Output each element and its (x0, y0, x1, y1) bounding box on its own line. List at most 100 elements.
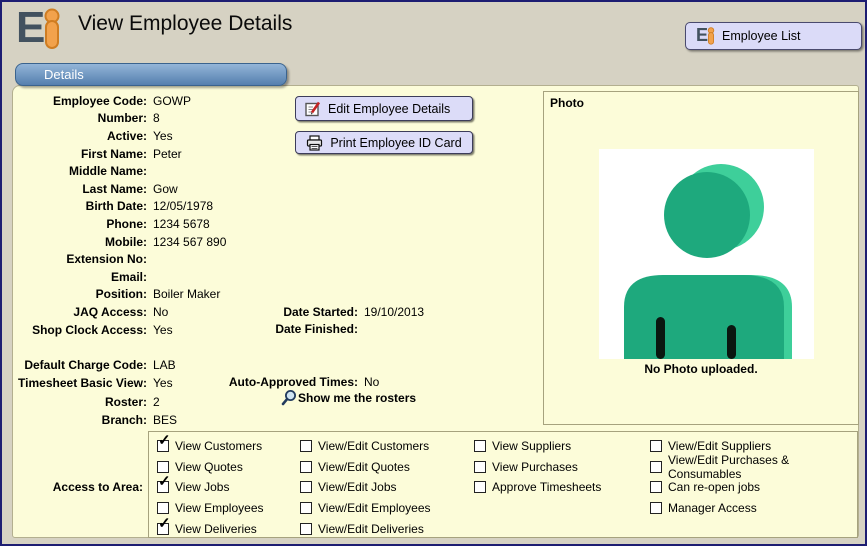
edit-button-label: Edit Employee Details (328, 102, 450, 116)
access-checkbox-item[interactable]: View Suppliers (474, 436, 601, 457)
checkbox-unchecked-icon[interactable] (650, 440, 662, 452)
field-value: 19/10/2013 (358, 305, 424, 319)
employee-fields-settings: Default Charge Code:LABTimesheet Basic V… (15, 356, 315, 429)
access-checkbox-label: Manager Access (668, 501, 757, 515)
tab-details[interactable]: Details (15, 63, 287, 86)
field-row: Branch:BES (15, 411, 315, 429)
show-rosters-link[interactable]: Show me the rosters (281, 389, 416, 406)
checkbox-unchecked-icon[interactable] (300, 523, 312, 535)
checkbox-unchecked-icon[interactable] (157, 502, 169, 514)
access-checkbox-item[interactable]: ✓View Customers (157, 436, 264, 457)
employee-list-label: Employee List (722, 29, 801, 43)
field-label: Date Started: (173, 305, 358, 319)
window: E View Employee Details E Employee List … (0, 0, 867, 546)
field-value: 2 (147, 395, 160, 409)
access-checkbox-item[interactable]: Manager Access (650, 498, 857, 519)
field-value: 1234 5678 (147, 217, 210, 231)
checkbox-unchecked-icon[interactable] (474, 440, 486, 452)
field-label: Mobile: (15, 235, 147, 249)
field-row: Phone:1234 5678 (15, 215, 315, 233)
field-row: Middle Name: (15, 162, 315, 180)
field-row: Date Finished: (173, 321, 503, 339)
access-column: View/Edit Customers View/Edit Quotes View/… (300, 436, 431, 539)
field-value: BES (147, 413, 177, 427)
field-row: Position:Boiler Maker (15, 286, 315, 304)
field-label: Phone: (15, 217, 147, 231)
checkbox-checked-icon[interactable]: ✓ (157, 440, 169, 452)
access-checkbox-item[interactable]: Approve Timesheets (474, 477, 601, 498)
checkmark-icon: ✓ (158, 474, 171, 489)
tab-details-label: Details (44, 67, 84, 82)
field-value: Yes (147, 129, 173, 143)
access-checkbox-item[interactable]: View Purchases (474, 457, 601, 478)
checkbox-unchecked-icon[interactable] (300, 481, 312, 493)
field-label: Timesheet Basic View: (15, 376, 147, 390)
access-checkbox-label: Can re-open jobs (668, 480, 760, 494)
field-label: Date Finished: (173, 322, 358, 336)
access-checkbox-label: View Employees (175, 501, 264, 515)
field-label: Email: (15, 270, 147, 284)
field-value: No (358, 375, 379, 389)
checkbox-unchecked-icon[interactable] (474, 481, 486, 493)
field-label: Employee Code: (15, 94, 147, 108)
field-value: 12/05/1978 (147, 199, 213, 213)
access-checkbox-item[interactable]: View/Edit Deliveries (300, 518, 431, 539)
field-row: Active:Yes (15, 127, 315, 145)
checkbox-unchecked-icon[interactable] (157, 461, 169, 473)
checkbox-unchecked-icon[interactable] (300, 461, 312, 473)
field-label: JAQ Access: (15, 305, 147, 319)
access-checkbox-item[interactable]: ✓ View Deliveries (157, 518, 264, 539)
logo-letter-e: E (16, 8, 43, 48)
access-checkbox-item[interactable]: View/Edit Customers (300, 436, 431, 457)
access-checkbox-item[interactable]: View/Edit Employees (300, 498, 431, 519)
access-checkbox-label: View/Edit Purchases & Consumables (668, 453, 857, 481)
field-label: Shop Clock Access: (15, 323, 147, 337)
checkbox-unchecked-icon[interactable] (650, 461, 662, 473)
employee-fields-main: Employee Code:GOWPNumber:8Active:YesFirs… (15, 92, 315, 338)
field-row: Extension No: (15, 250, 315, 268)
checkbox-unchecked-icon[interactable] (300, 502, 312, 514)
access-checkbox-item[interactable]: View Quotes (157, 457, 264, 478)
field-label: First Name: (15, 147, 147, 161)
field-row: First Name:Peter (15, 145, 315, 163)
access-checkbox-item[interactable]: View/Edit Jobs (300, 477, 431, 498)
photo-section: Photo No Photo uploaded. (543, 91, 859, 425)
checkbox-checked-icon[interactable]: ✓ (157, 523, 169, 535)
field-value: Yes (147, 376, 173, 390)
edit-employee-details-button[interactable]: Edit Employee Details (295, 96, 473, 121)
access-checkbox-item[interactable]: View/Edit Quotes (300, 457, 431, 478)
field-label: Branch: (15, 413, 147, 427)
employee-list-button[interactable]: E Employee List (685, 22, 862, 50)
field-label: Extension No: (15, 252, 147, 266)
access-checkbox-item[interactable]: ✓ View Jobs (157, 477, 264, 498)
field-value: 1234 567 890 (147, 235, 226, 249)
access-checkbox-item[interactable]: View/Edit Purchases & Consumables (650, 457, 857, 478)
checkbox-unchecked-icon[interactable] (650, 502, 662, 514)
checkmark-icon: ✓ (158, 516, 171, 531)
edit-icon (305, 101, 321, 117)
field-row: Roster:2 (15, 393, 315, 411)
access-checkbox-item[interactable]: View Employees (157, 498, 264, 519)
checkbox-unchecked-icon[interactable] (474, 461, 486, 473)
access-column: View SuppliersView PurchasesApprove Time… (474, 436, 601, 498)
photo-label: Photo (550, 96, 584, 110)
field-label: Birth Date: (15, 199, 147, 213)
access-checkbox-label: View Jobs (175, 480, 229, 494)
field-label: Active: (15, 129, 147, 143)
field-label: Auto-Approved Times: (173, 375, 358, 389)
field-value: Yes (147, 323, 173, 337)
employee-dates: Date Started:19/10/2013Date Finished: (173, 303, 503, 338)
checkbox-unchecked-icon[interactable] (300, 440, 312, 452)
checkbox-unchecked-icon[interactable] (650, 481, 662, 493)
access-checkbox-label: View/Edit Jobs (318, 480, 397, 494)
field-value: LAB (147, 358, 176, 372)
print-employee-id-card-button[interactable]: Print Employee ID Card (295, 131, 473, 154)
field-row: Birth Date:12/05/1978 (15, 198, 315, 216)
access-checkbox-label: View/Edit Deliveries (318, 522, 424, 536)
person-placeholder-graphic (599, 149, 814, 359)
access-checkbox-label: View/Edit Quotes (318, 460, 410, 474)
checkbox-checked-icon[interactable]: ✓ (157, 481, 169, 493)
print-button-label: Print Employee ID Card (330, 136, 461, 150)
access-checkbox-label: View Quotes (175, 460, 243, 474)
access-checkbox-label: View Deliveries (175, 522, 257, 536)
